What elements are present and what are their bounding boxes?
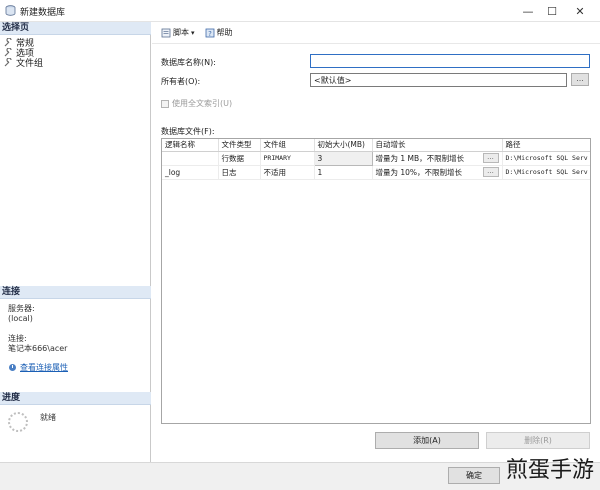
column-header-file-type[interactable]: 文件类型 — [218, 139, 261, 152]
properties-icon — [9, 364, 16, 371]
progress-status: 就绪 — [40, 413, 56, 422]
autogrowth-edit-button[interactable]: ... — [482, 153, 499, 163]
cell-path[interactable]: D:\Microsoft SQL Serv — [502, 151, 590, 166]
db-files-grid[interactable]: 逻辑名称 文件类型 文件组 初始大小(MB) 自动增长 路径 行数据 PRIMA… — [161, 138, 591, 424]
table-row[interactable]: 行数据 PRIMARY 3 增量为 1 MB，不限制增长... D:\Micro… — [162, 150, 590, 166]
wrench-page-icon — [4, 37, 12, 46]
column-header-initial-size[interactable]: 初始大小(MB) — [314, 139, 373, 152]
progress-spinner-icon — [8, 412, 28, 432]
help-button[interactable]: ? 帮助 — [202, 25, 236, 40]
server-value: (local) — [8, 314, 33, 323]
help-button-label: 帮助 — [216, 28, 233, 37]
autogrowth-edit-button[interactable]: ... — [482, 167, 499, 177]
select-page-header: 选择页 — [0, 22, 151, 35]
progress-header: 进度 — [0, 392, 151, 405]
cell-initial-size[interactable]: 1 — [314, 165, 373, 180]
table-header-row: 逻辑名称 文件类型 文件组 初始大小(MB) 自动增长 路径 — [162, 139, 590, 152]
maximize-button[interactable]: ☐ — [538, 0, 566, 22]
database-icon — [5, 5, 16, 16]
connection-header: 连接 — [0, 286, 151, 299]
cell-logical-name[interactable] — [162, 151, 219, 166]
close-button[interactable]: ✕ — [566, 0, 594, 22]
window-title: 新建数据库 — [20, 8, 66, 18]
db-name-label: 数据库名称(N): — [161, 58, 216, 67]
table-row[interactable]: _log 日志 不适用 1 增量为 10%，不限制增长... D:\Micros… — [162, 165, 590, 180]
script-button-label: 脚本 — [173, 28, 189, 37]
script-button[interactable]: 脚本 ▾ — [158, 25, 198, 40]
autogrowth-text: 增量为 10%，不限制增长 — [375, 167, 463, 177]
server-label: 服务器: — [8, 304, 35, 313]
watermark-text: 煎蛋手游 — [505, 458, 594, 483]
column-header-autogrowth[interactable]: 自动增长 — [372, 139, 503, 152]
connection-label: 连接: — [8, 334, 27, 343]
help-icon: ? — [205, 28, 214, 38]
owner-browse-button[interactable]: ... — [571, 73, 589, 86]
fulltext-checkbox-row[interactable]: 使用全文索引(U) — [161, 98, 232, 109]
cell-filegroup[interactable]: PRIMARY — [260, 151, 315, 166]
cell-path[interactable]: D:\Microsoft SQL Serv — [502, 165, 590, 180]
svg-text:?: ? — [208, 30, 212, 38]
cell-file-type: 行数据 — [218, 151, 261, 166]
fulltext-label: 使用全文索引(U) — [172, 99, 233, 108]
fulltext-checkbox[interactable] — [161, 99, 169, 108]
title-bar: 新建数据库 — ☐ ✕ — [0, 0, 600, 22]
remove-file-button[interactable]: 删除(R) — [486, 432, 590, 449]
view-connection-properties-label: 查看连接属性 — [20, 363, 68, 372]
cell-initial-size[interactable]: 3 — [313, 150, 373, 166]
wrench-page-icon — [4, 57, 12, 66]
owner-label: 所有者(O): — [161, 77, 201, 86]
page-item-label: 文件组 — [16, 58, 44, 69]
column-header-filegroup[interactable]: 文件组 — [260, 139, 315, 152]
cell-autogrowth: 增量为 10%，不限制增长... — [372, 165, 503, 180]
cell-autogrowth: 增量为 1 MB，不限制增长... — [372, 151, 503, 166]
view-connection-properties-link[interactable]: 查看连接属性 — [8, 362, 68, 373]
autogrowth-text: 增量为 1 MB，不限制增长 — [375, 153, 465, 163]
db-name-input[interactable] — [310, 54, 590, 68]
left-pane: 选择页 常规 选项 文件组 连接 服务器: (local) 连接: 笔记本666… — [0, 22, 151, 462]
cell-logical-name[interactable]: _log — [162, 165, 219, 180]
owner-input[interactable]: <默认值> — [310, 73, 567, 87]
column-header-path[interactable]: 路径 — [502, 139, 590, 152]
cell-file-type: 日志 — [218, 165, 261, 180]
cell-filegroup: 不适用 — [260, 165, 315, 180]
chevron-down-icon: ▾ — [191, 28, 195, 37]
page-item-filegroups[interactable]: 文件组 — [4, 57, 44, 69]
db-files-table: 逻辑名称 文件类型 文件组 初始大小(MB) 自动增长 路径 行数据 PRIMA… — [162, 139, 590, 180]
script-icon — [161, 28, 171, 37]
add-file-button[interactable]: 添加(A) — [375, 432, 479, 449]
column-header-logical-name[interactable]: 逻辑名称 — [162, 139, 219, 152]
wrench-page-icon — [4, 47, 12, 56]
ok-button[interactable]: 确定 — [448, 467, 500, 484]
connection-value: 笔记本666\acer — [8, 344, 68, 353]
db-files-label: 数据库文件(F): — [161, 127, 215, 136]
toolbar: 脚本 ▾ ? 帮助 — [152, 22, 600, 44]
